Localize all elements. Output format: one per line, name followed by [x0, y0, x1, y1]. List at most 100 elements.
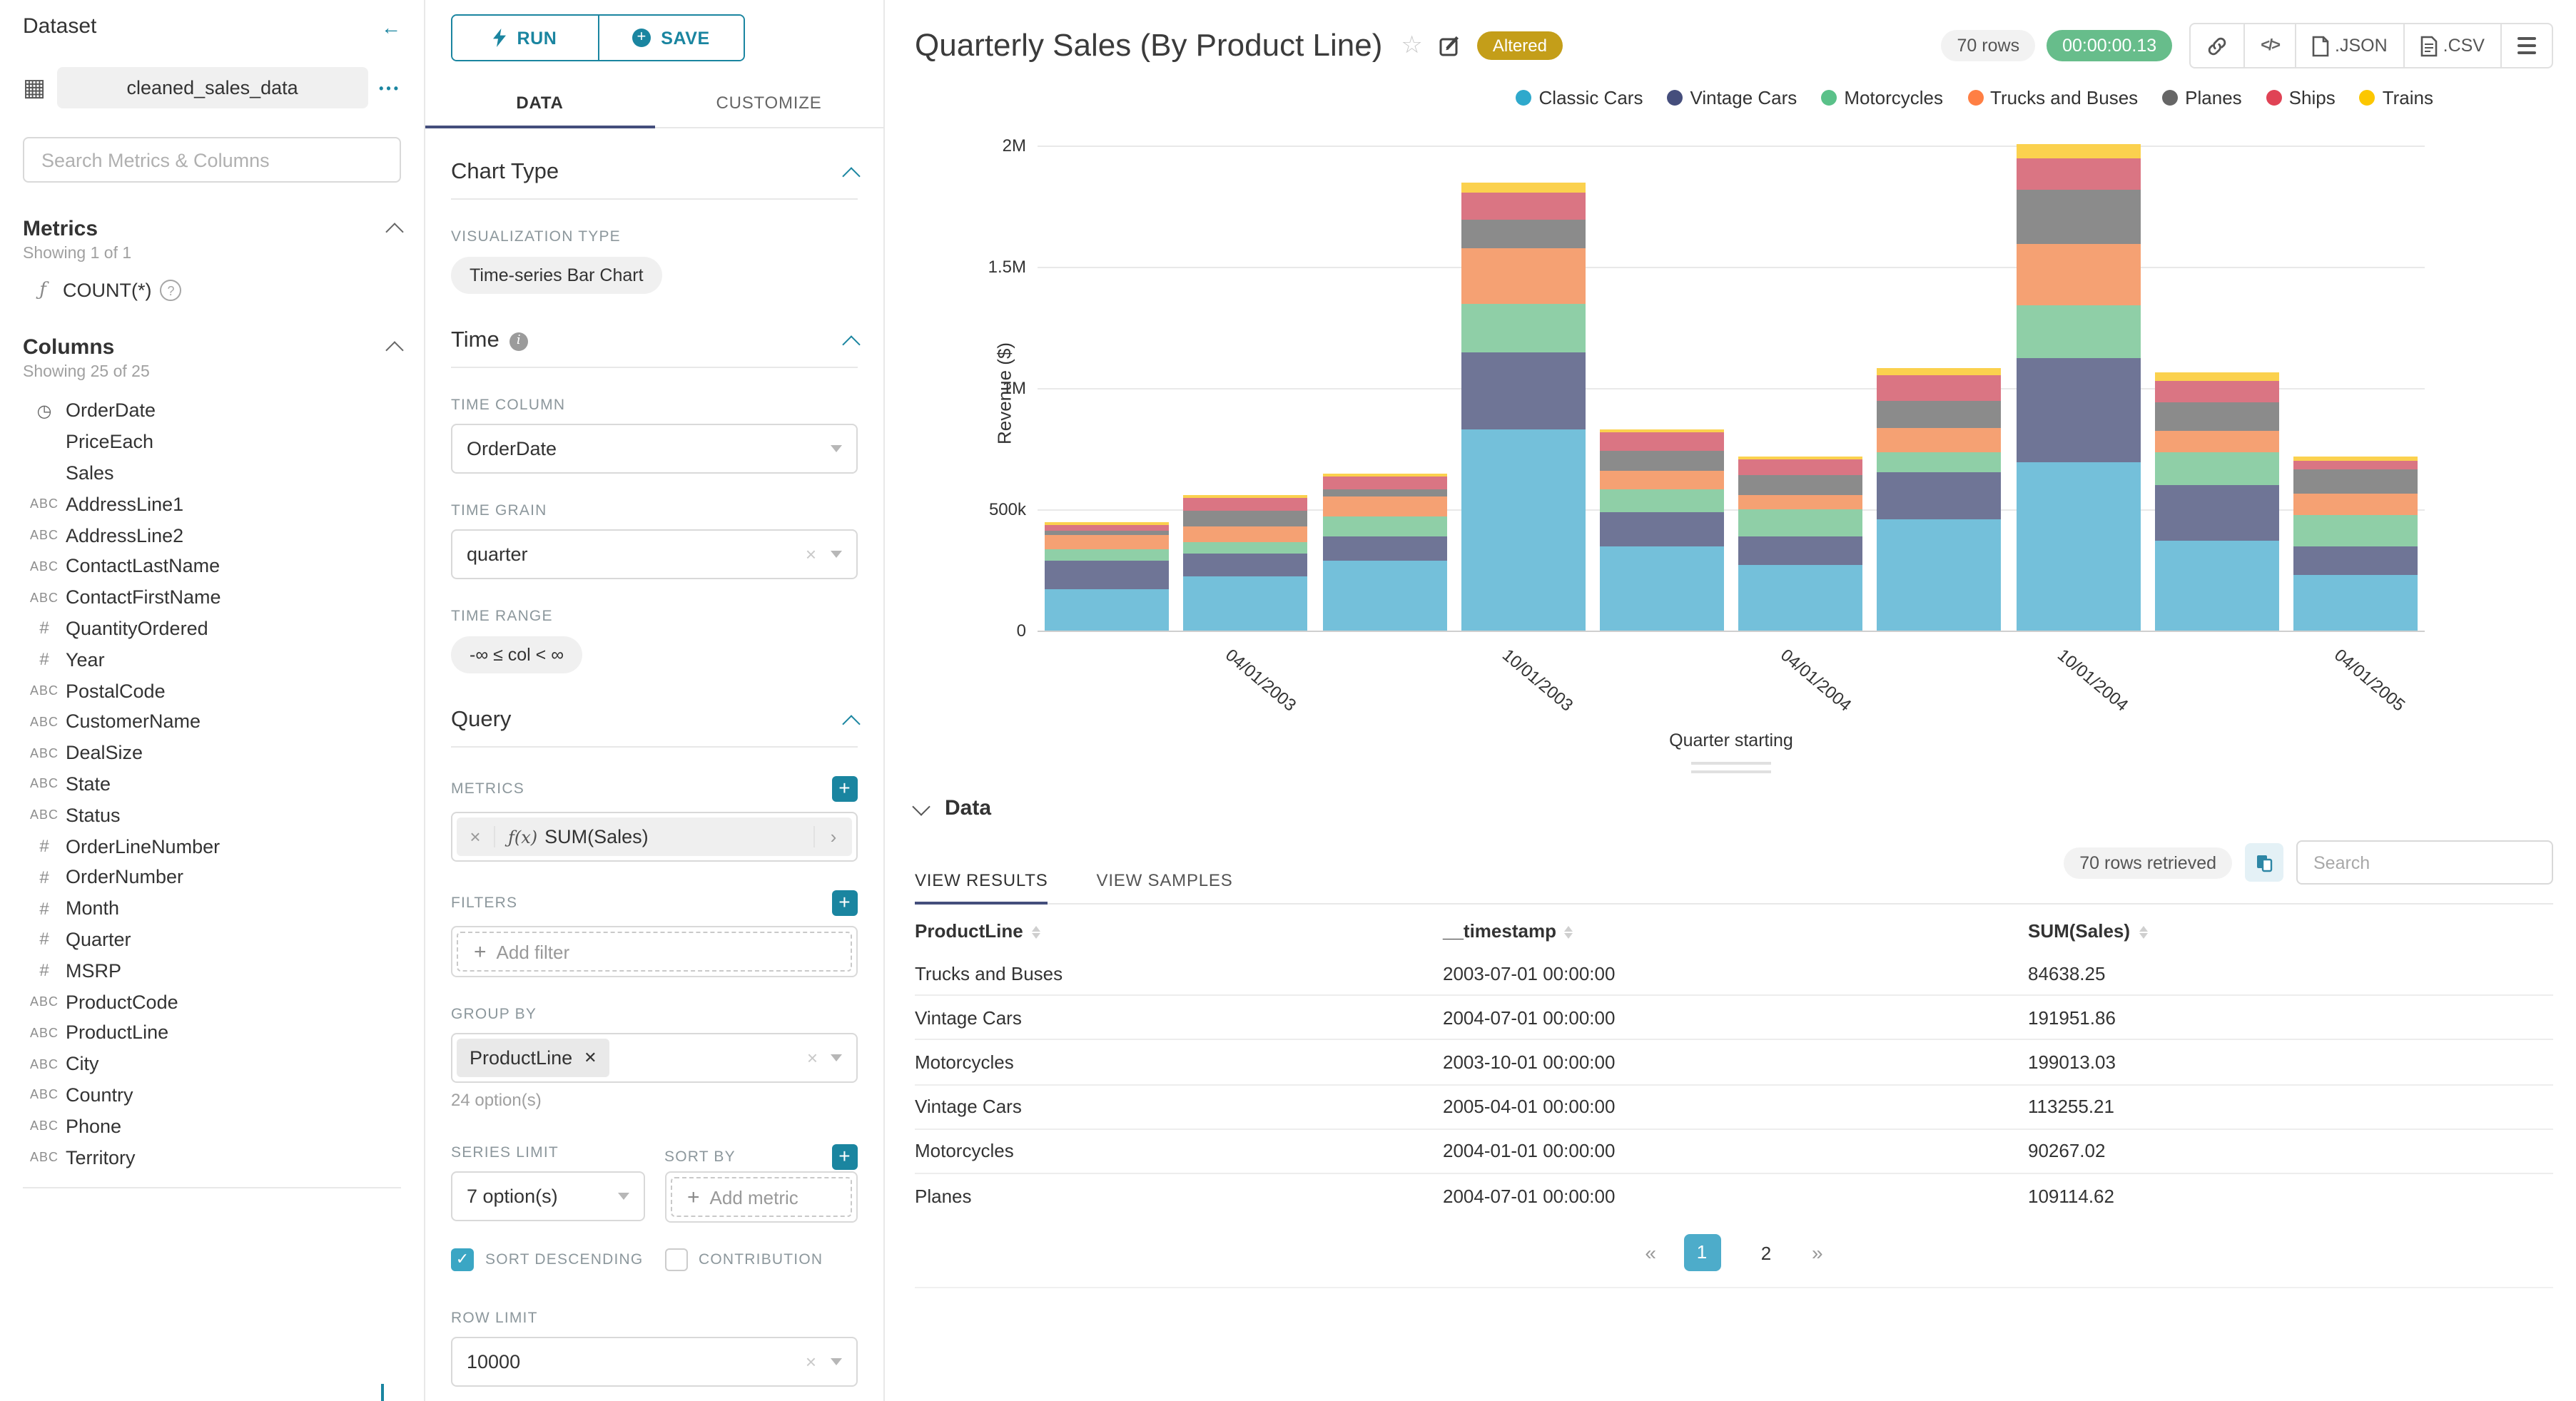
column-item-OrderDate[interactable]: ◷ OrderDate: [23, 395, 401, 427]
tab-data[interactable]: DATA: [425, 84, 654, 128]
group-by-select[interactable]: ProductLine ✕ ×: [451, 1033, 858, 1083]
column-item-AddressLine2[interactable]: ABC AddressLine2: [23, 519, 401, 551]
results-search[interactable]: [2296, 840, 2553, 885]
bar-segment-Vintage Cars[interactable]: [2016, 357, 2140, 462]
legend-item-Motorcycles[interactable]: Motorcycles: [1821, 86, 1943, 108]
column-item-Phone[interactable]: ABC Phone: [23, 1111, 401, 1142]
bar-segment-Trains[interactable]: [1461, 182, 1586, 192]
bar-segment-Planes[interactable]: [1599, 451, 1724, 471]
bar-segment-Ships[interactable]: [2016, 158, 2140, 190]
bar-segment-Vintage Cars[interactable]: [2293, 546, 2418, 575]
save-button[interactable]: + SAVE: [599, 16, 744, 60]
run-button[interactable]: RUN: [452, 16, 599, 60]
collapse-data-icon[interactable]: [912, 797, 930, 815]
bar-segment-Trains[interactable]: [1877, 368, 2002, 376]
stacked-bar-07/01/2004[interactable]: [1877, 368, 2002, 631]
metrics-columns-search-input[interactable]: [39, 148, 385, 172]
bar-segment-Planes[interactable]: [2154, 402, 2279, 431]
bar-segment-Ships[interactable]: [1322, 477, 1446, 489]
column-header-SUM(Sales)[interactable]: SUM(Sales): [2028, 907, 2553, 952]
menu-button[interactable]: [2500, 24, 2552, 67]
bar-segment-Trucks and Buses[interactable]: [2293, 494, 2418, 516]
bar-segment-Ships[interactable]: [2293, 460, 2418, 469]
legend-item-Planes[interactable]: Planes: [2162, 86, 2242, 108]
dataset-more-menu[interactable]: •••: [379, 81, 401, 95]
bar-segment-Vintage Cars[interactable]: [1045, 561, 1170, 590]
chart-canvas[interactable]: Revenue ($) 04/01/2003 10/01/2003 04/01/20…: [885, 111, 2576, 756]
edit-pencil-icon[interactable]: [1439, 34, 1461, 57]
tab-view-results[interactable]: VIEW RESULTS: [915, 870, 1049, 905]
legend-item-Classic Cars[interactable]: Classic Cars: [1516, 86, 1643, 108]
bar-segment-Classic Cars[interactable]: [1738, 565, 1863, 631]
resize-handle[interactable]: [1690, 762, 1770, 773]
stacked-bar-04/01/2004[interactable]: [1738, 456, 1863, 631]
bar-segment-Motorcycles[interactable]: [1183, 541, 1308, 554]
bar-segment-Planes[interactable]: [1322, 489, 1446, 496]
column-item-Month[interactable]: # Month: [23, 893, 401, 924]
stacked-bar-07/01/2003[interactable]: [1322, 473, 1446, 631]
sort-icon[interactable]: [1564, 925, 1573, 939]
stacked-bar-10/01/2003[interactable]: [1461, 182, 1586, 631]
tab-customize[interactable]: CUSTOMIZE: [654, 84, 883, 127]
group-by-chip[interactable]: ProductLine ✕: [457, 1039, 610, 1077]
visualization-type-value[interactable]: Time-series Bar Chart: [451, 257, 662, 294]
column-item-ContactLastName[interactable]: ABC ContactLastName: [23, 551, 401, 582]
remove-chip-icon[interactable]: ✕: [584, 1049, 597, 1067]
column-item-PostalCode[interactable]: ABC PostalCode: [23, 675, 401, 706]
copy-data-button[interactable]: [2245, 843, 2283, 882]
bar-segment-Trucks and Buses[interactable]: [1322, 496, 1446, 517]
stacked-bar-10/01/2004[interactable]: [2016, 144, 2140, 631]
pagination-prev[interactable]: «: [1645, 1241, 1656, 1264]
bar-segment-Vintage Cars[interactable]: [1599, 511, 1724, 546]
stacked-bar-01/01/2004[interactable]: [1599, 429, 1724, 631]
column-item-Status[interactable]: ABC Status: [23, 800, 401, 831]
bar-segment-Motorcycles[interactable]: [1461, 303, 1586, 352]
stacked-bar-04/01/2003[interactable]: [1183, 494, 1308, 631]
sort-icon[interactable]: [1031, 925, 1040, 939]
add-sort-metric-button[interactable]: +: [832, 1144, 858, 1170]
bar-segment-Planes[interactable]: [1877, 401, 2002, 428]
add-filter-button[interactable]: +: [832, 890, 858, 916]
bar-segment-Trucks and Buses[interactable]: [1599, 470, 1724, 490]
bar-segment-Ships[interactable]: [2154, 380, 2279, 402]
sort-icon[interactable]: [2139, 925, 2148, 939]
bar-segment-Ships[interactable]: [1599, 432, 1724, 452]
add-sort-metric-dropzone[interactable]: + Add metric: [670, 1177, 852, 1217]
dataset-name[interactable]: cleaned_sales_data: [57, 67, 368, 108]
legend-item-Trains[interactable]: Trains: [2359, 86, 2433, 108]
bar-segment-Vintage Cars[interactable]: [1183, 553, 1308, 576]
bar-segment-Planes[interactable]: [2016, 190, 2140, 244]
bar-segment-Planes[interactable]: [2293, 469, 2418, 494]
column-item-ProductLine[interactable]: ABC ProductLine: [23, 1017, 401, 1049]
bar-segment-Classic Cars[interactable]: [1045, 589, 1170, 631]
column-item-MSRP[interactable]: # MSRP: [23, 955, 401, 987]
column-item-AddressLine1[interactable]: ABC AddressLine1: [23, 489, 401, 520]
stacked-bar-01/01/2003[interactable]: [1045, 522, 1170, 631]
tab-view-samples[interactable]: VIEW SAMPLES: [1097, 870, 1233, 903]
share-link-button[interactable]: [2191, 24, 2243, 67]
pagination-next[interactable]: »: [1812, 1241, 1823, 1264]
favorite-star-icon[interactable]: ☆: [1401, 31, 1423, 60]
bar-segment-Ships[interactable]: [1461, 192, 1586, 220]
bar-segment-Classic Cars[interactable]: [2293, 574, 2418, 631]
column-item-Year[interactable]: # Year: [23, 644, 401, 676]
bar-segment-Trucks and Buses[interactable]: [1461, 248, 1586, 304]
chart-type-collapse-icon[interactable]: [842, 166, 861, 185]
bar-segment-Trucks and Buses[interactable]: [1877, 427, 2002, 452]
bar-segment-Trains[interactable]: [2016, 144, 2140, 159]
bar-segment-Vintage Cars[interactable]: [1877, 472, 2002, 519]
clear-icon[interactable]: ×: [806, 544, 831, 565]
export-csv-button[interactable]: .CSV: [2403, 24, 2500, 67]
sort-descending-checkbox[interactable]: ✓: [451, 1248, 474, 1271]
columns-collapse-icon[interactable]: [385, 341, 404, 360]
stacked-bar-04/01/2005[interactable]: [2293, 457, 2418, 631]
column-item-PriceEach[interactable]: PriceEach: [23, 427, 401, 458]
bar-segment-Planes[interactable]: [1738, 475, 1863, 495]
bar-segment-Planes[interactable]: [1461, 220, 1586, 249]
results-search-input[interactable]: [2311, 851, 2539, 874]
bar-segment-Vintage Cars[interactable]: [1461, 352, 1586, 429]
pagination-page-1[interactable]: 1: [1683, 1234, 1720, 1272]
bar-segment-Planes[interactable]: [1183, 510, 1308, 526]
column-item-City[interactable]: ABC City: [23, 1048, 401, 1079]
contribution-checkbox[interactable]: [664, 1248, 687, 1271]
